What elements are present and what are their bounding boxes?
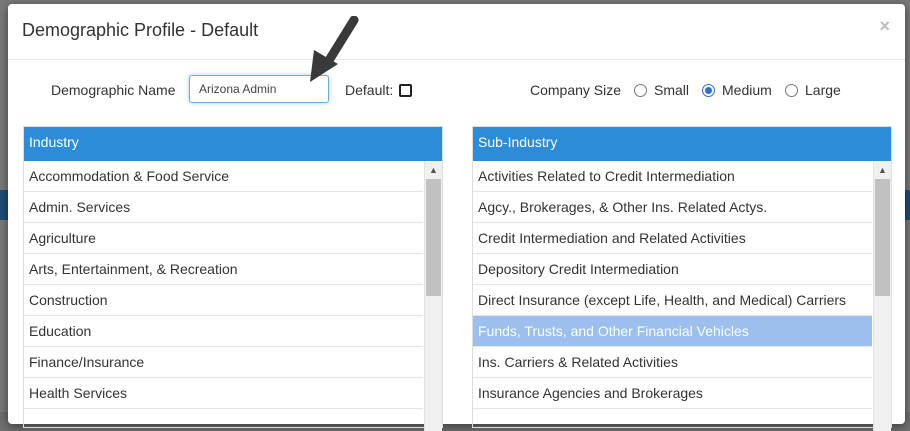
demographic-profile-dialog: Demographic Profile - Default × Demograp… [8,4,905,431]
list-item[interactable]: Finance/Insurance [24,347,423,378]
list-item[interactable]: Agriculture [24,223,423,254]
list-item[interactable]: Activities Related to Credit Intermediat… [473,161,872,192]
default-checkbox[interactable] [399,84,412,97]
list-item[interactable]: Depository Credit Intermediation [473,254,872,285]
scroll-up-icon[interactable]: ▲ [425,163,442,177]
size-small-radio[interactable] [634,84,647,97]
size-small-label: Small [654,82,690,98]
scroll-up-icon[interactable]: ▲ [874,163,891,177]
list-item[interactable]: Ins. Carriers & Related Activities [473,347,872,378]
annotation-arrow-icon [310,16,359,82]
close-icon[interactable]: × [879,16,890,37]
subindustry-panel: Sub-Industry Activities Related to Credi… [472,126,892,431]
list-item[interactable]: Admin. Services [24,192,423,223]
scroll-thumb[interactable] [875,179,890,296]
list-item[interactable]: Accommodation & Food Service [24,161,423,192]
list-item[interactable]: Arts, Entertainment, & Recreation [24,254,423,285]
size-large-radio[interactable] [785,84,798,97]
list-item[interactable]: Insurance Agencies and Brokerages [473,378,872,409]
subindustry-list: Activities Related to Credit Intermediat… [473,161,872,409]
industry-scrollbar[interactable]: ▲ [424,161,442,431]
list-item[interactable]: Funds, Trusts, and Other Financial Vehic… [473,316,872,347]
industry-list: Accommodation & Food Service Admin. Servi… [24,161,423,409]
industry-header: Industry [24,127,442,161]
subindustry-header: Sub-Industry [473,127,891,161]
list-item[interactable]: Construction [24,285,423,316]
modal-title: Demographic Profile - Default [22,20,259,40]
list-item[interactable]: Health Services [24,378,423,409]
size-large-label: Large [805,82,841,98]
scroll-thumb[interactable] [426,179,441,296]
modal-header: Demographic Profile - Default × [8,4,905,60]
industry-panel: Industry Accommodation & Food Service Adm… [23,126,443,431]
demographic-name-label: Demographic Name [51,82,176,98]
size-medium-label: Medium [722,82,772,98]
size-medium-radio[interactable] [702,84,715,97]
list-item[interactable]: Direct Insurance (except Life, Health, a… [473,285,872,316]
company-size-label: Company Size [530,82,622,98]
list-item[interactable]: Credit Intermediation and Related Activi… [473,223,872,254]
list-item[interactable]: Agcy., Brokerages, & Other Ins. Related … [473,192,872,223]
subindustry-scrollbar[interactable]: ▲ [873,161,891,431]
list-item[interactable]: Education [24,316,423,347]
